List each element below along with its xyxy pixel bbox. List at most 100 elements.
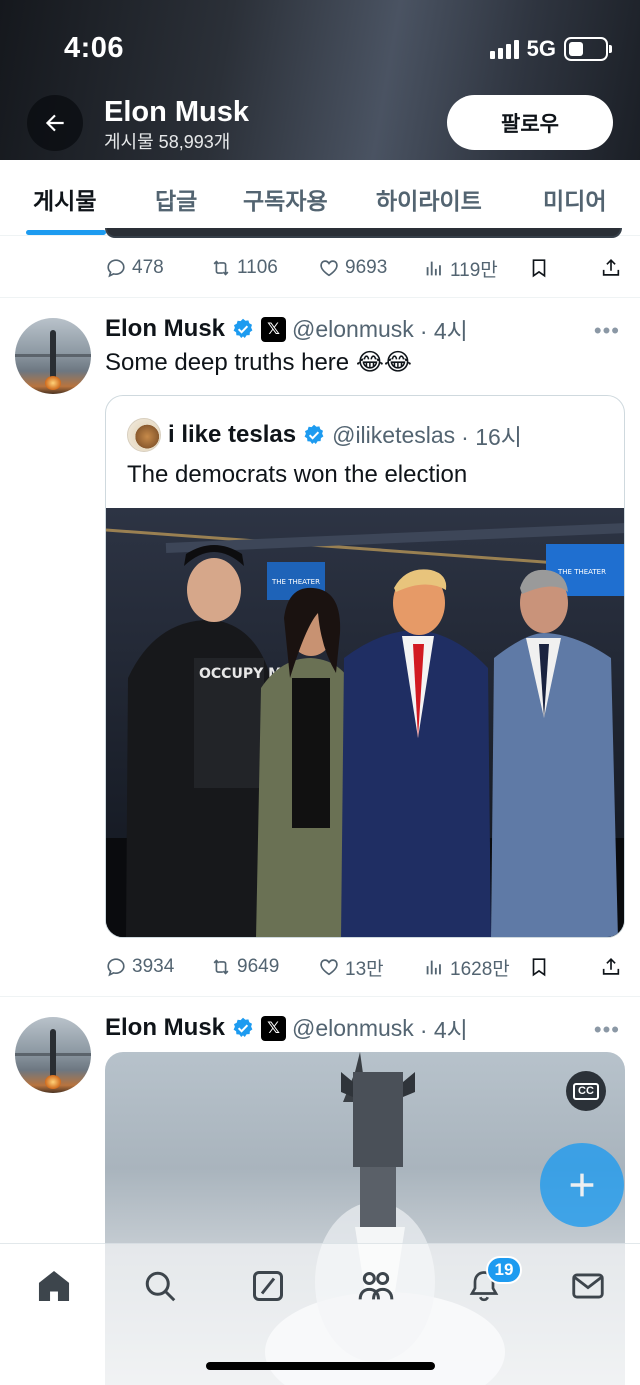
theater-sign-left: THE THEATER bbox=[271, 578, 320, 586]
reply-count: 478 bbox=[132, 257, 164, 278]
mail-icon bbox=[572, 1273, 604, 1299]
bookmark-button[interactable] bbox=[528, 253, 550, 283]
share-icon bbox=[602, 259, 620, 276]
previous-tweet-actions: 478 1106 9693 119만 bbox=[105, 253, 625, 283]
tweet-divider bbox=[0, 297, 640, 298]
quote-header: i like teslas @iliketeslas · 16시 bbox=[168, 418, 522, 452]
retweet-icon bbox=[213, 260, 229, 276]
reply-icon bbox=[107, 259, 125, 278]
group-photo-illustration: THE THEATER THE THEATER OCCUPY MARS bbox=[106, 508, 624, 937]
retweet-icon bbox=[213, 959, 229, 975]
captions-button[interactable]: CC bbox=[566, 1071, 606, 1111]
views-button[interactable]: 1628만 bbox=[423, 952, 510, 982]
author-name[interactable]: Elon Musk bbox=[105, 315, 225, 343]
analytics-icon bbox=[426, 261, 441, 276]
tab-posts[interactable]: 게시물 bbox=[33, 182, 96, 216]
views-button[interactable]: 119만 bbox=[423, 253, 498, 283]
quote-author-name: i like teslas bbox=[168, 421, 297, 448]
share-icon bbox=[602, 958, 620, 975]
quote-author-handle: @iliketeslas bbox=[332, 421, 456, 448]
share-button[interactable] bbox=[600, 952, 622, 982]
home-icon bbox=[38, 1270, 70, 1302]
tweet-header: Elon Musk 𝕏 @elonmusk · 4시 bbox=[105, 312, 468, 346]
tweet-header: Elon Musk 𝕏 @elonmusk · 4시 bbox=[105, 1011, 468, 1045]
reply-icon bbox=[107, 958, 125, 977]
view-count: 1628만 bbox=[450, 958, 510, 980]
share-button[interactable] bbox=[600, 253, 622, 283]
home-indicator bbox=[206, 1362, 435, 1370]
quote-text: The democrats won the election bbox=[127, 461, 468, 488]
plus-icon bbox=[570, 1173, 594, 1197]
network-label: 5G bbox=[526, 36, 556, 61]
nav-search[interactable] bbox=[140, 1266, 180, 1306]
verified-badge-icon bbox=[233, 318, 253, 338]
tweet-text: Some deep truths here 😂😂 bbox=[105, 349, 412, 376]
more-options-icon[interactable]: ••• bbox=[594, 1017, 620, 1043]
post-count: 게시물 58,993개 bbox=[104, 132, 231, 152]
back-button[interactable] bbox=[27, 95, 83, 151]
grok-icon bbox=[253, 1271, 283, 1301]
status-icons: 5G bbox=[489, 36, 612, 62]
retweet-count: 9649 bbox=[237, 956, 280, 977]
quote-photo[interactable]: THE THEATER THE THEATER OCCUPY MARS bbox=[106, 508, 624, 937]
view-count: 119만 bbox=[450, 259, 498, 281]
retweet-count: 1106 bbox=[237, 257, 278, 278]
notifications-badge: 19 bbox=[486, 1256, 522, 1284]
reply-button[interactable]: 3934 bbox=[105, 952, 174, 982]
tweet-divider bbox=[0, 996, 640, 997]
like-count: 9693 bbox=[345, 257, 388, 278]
like-button[interactable]: 13만 bbox=[318, 952, 384, 982]
search-icon bbox=[145, 1271, 176, 1302]
like-button[interactable]: 9693 bbox=[318, 253, 387, 283]
author-name[interactable]: Elon Musk bbox=[105, 1014, 225, 1042]
quote-avatar bbox=[127, 418, 161, 452]
tab-replies[interactable]: 답글 bbox=[155, 182, 197, 216]
profile-tabs: 게시물 답글 구독자용 하이라이트 미디어 bbox=[0, 160, 640, 236]
x-affiliation-icon: 𝕏 bbox=[261, 316, 287, 342]
tab-subscriptions[interactable]: 구독자용 bbox=[243, 182, 328, 216]
like-count: 13만 bbox=[345, 958, 384, 980]
tweet-time: · 4시 bbox=[419, 318, 468, 344]
signal-icon bbox=[489, 39, 519, 59]
previous-tweet-media[interactable] bbox=[105, 228, 622, 238]
profile-header: 4:06 5G Elon Musk 게시물 58,993개 팔로우 bbox=[0, 0, 640, 160]
nav-communities[interactable] bbox=[356, 1266, 396, 1306]
avatar[interactable] bbox=[15, 318, 91, 394]
communities-icon bbox=[358, 1272, 394, 1300]
status-time: 4:06 bbox=[64, 32, 125, 64]
avatar[interactable] bbox=[15, 1017, 91, 1093]
compose-fab-button[interactable] bbox=[540, 1143, 624, 1227]
tweet-actions: 3934 9649 13만 1628만 bbox=[105, 952, 625, 982]
x-affiliation-icon: 𝕏 bbox=[261, 1015, 287, 1041]
theater-sign-right: THE THEATER bbox=[557, 568, 606, 576]
bookmark-icon bbox=[532, 259, 546, 278]
retweet-button[interactable]: 9649 bbox=[210, 952, 279, 982]
verified-badge-icon bbox=[233, 1017, 253, 1037]
arrow-left-icon bbox=[45, 114, 64, 132]
nav-grok[interactable] bbox=[248, 1266, 288, 1306]
cc-label: CC bbox=[573, 1082, 599, 1100]
active-tab-indicator bbox=[26, 230, 106, 235]
reply-count: 3934 bbox=[132, 956, 175, 977]
reply-button[interactable]: 478 bbox=[105, 253, 164, 283]
analytics-icon bbox=[426, 960, 441, 975]
nav-messages[interactable] bbox=[568, 1266, 608, 1306]
quote-time: · 16시 bbox=[461, 424, 522, 450]
nav-home[interactable] bbox=[34, 1266, 74, 1306]
heart-icon bbox=[320, 959, 338, 976]
battery-icon bbox=[564, 37, 612, 61]
quoted-tweet[interactable]: i like teslas @iliketeslas · 16시 The dem… bbox=[105, 395, 625, 938]
tab-media[interactable]: 미디어 bbox=[543, 182, 606, 216]
author-handle[interactable]: @elonmusk bbox=[292, 1015, 414, 1042]
author-handle[interactable]: @elonmusk bbox=[292, 316, 414, 343]
bookmark-button[interactable] bbox=[528, 952, 550, 982]
retweet-button[interactable]: 1106 bbox=[210, 253, 278, 283]
tweet-time: · 4시 bbox=[419, 1017, 468, 1043]
tab-highlights[interactable]: 하이라이트 bbox=[376, 182, 482, 216]
heart-icon bbox=[320, 260, 338, 277]
profile-name: Elon Musk bbox=[104, 96, 250, 128]
bookmark-icon bbox=[532, 958, 546, 977]
verified-badge-icon bbox=[304, 424, 324, 444]
more-options-icon[interactable]: ••• bbox=[594, 318, 620, 344]
follow-button[interactable]: 팔로우 bbox=[447, 95, 613, 150]
